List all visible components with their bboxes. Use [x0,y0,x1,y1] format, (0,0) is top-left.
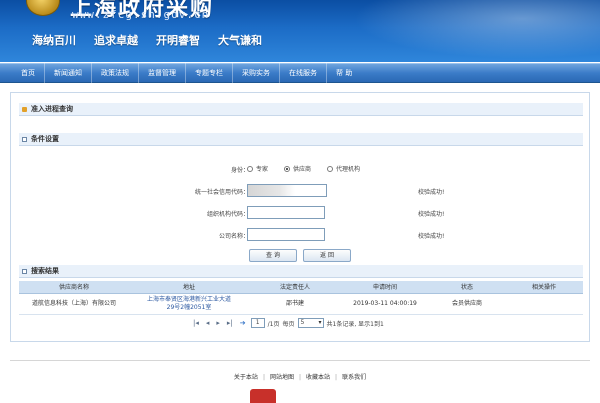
radio-label: 专家 [256,166,269,173]
go-page-icon[interactable]: ➔ [238,319,248,327]
radio-supplier[interactable]: 供应商 [284,164,311,173]
first-page-icon[interactable]: |◂ [191,319,201,327]
record-summary: 共1条记录, 显示1到1 [326,320,384,328]
nav-home[interactable]: 首页 [12,63,45,83]
cell-supplier-name: 道航信息科技（上海）有限公司 [19,293,129,315]
button-row: 查 询 返 回 [11,249,591,265]
slogan: 开明睿智 [156,34,200,47]
radio-circle-selected[interactable] [284,165,291,172]
credit-code-row: 统一社会信用代码： 校验成功! [11,183,591,199]
footer-link-contact[interactable]: 联系我们 [342,374,366,381]
slogan: 大气谦和 [218,34,262,47]
footer-links: 关于本站 | 网站地图 | 收藏本站 | 联系我们 [0,372,600,381]
site-url: www.zfcg.sh.gov.cn [72,8,210,21]
page-title: 准入进程查询 [31,105,73,113]
government-emblem-icon [26,0,60,16]
nav-news[interactable]: 新闻通知 [45,63,92,83]
footer-link-about[interactable]: 关于本站 [234,374,258,381]
page-number-input[interactable]: 1 [250,318,265,328]
page-title-bar: 准入进程查询 [19,103,583,116]
pagination: |◂ ◂ ▸ ▸| ➔ 1 /1页 每页 5 共1条记录, 显示1到1 [191,317,384,329]
radio-circle[interactable] [247,165,253,172]
nav-topics[interactable]: 专题专栏 [186,63,233,83]
conditions-header: 条件设置 [19,133,583,146]
cell-address[interactable]: 上海市奉贤区海港新兴工业大道 29号2幢2051室 [129,293,249,315]
company-name-status: 校验成功! [418,233,445,240]
last-page-icon[interactable]: ▸| [225,319,235,327]
prev-page-icon[interactable]: ◂ [204,319,212,327]
conditions-title: 条件设置 [31,135,59,143]
radio-circle[interactable] [327,165,334,172]
header-banner: 上海政府采购 www.zfcg.sh.gov.cn 海纳百川 追求卓越 开明睿智… [0,0,600,62]
party-emblem-icon [250,389,276,403]
main-nav: 首页 新闻通知 政策法规 监督管理 专题专栏 采购实务 在线服务 帮 助 [0,63,600,83]
credit-code-input[interactable] [247,184,327,197]
collapse-icon[interactable] [22,137,27,142]
per-page-label: 每页 [282,320,295,328]
slogan: 追求卓越 [94,34,138,47]
col-actions: 相关操作 [505,281,583,294]
table-row: 道航信息科技（上海）有限公司 上海市奉贤区海港新兴工业大道 29号2幢2051室… [19,293,583,315]
col-supplier-name: 供应商名称 [19,281,129,294]
results-title: 搜索结果 [31,267,59,275]
slogans: 海纳百川 追求卓越 开明睿智 大气谦和 [32,32,262,48]
nav-online-service[interactable]: 在线服务 [280,63,327,83]
slogan: 海纳百川 [32,34,76,47]
results-header: 搜索结果 [19,265,583,278]
col-status: 状态 [429,281,505,294]
company-name-input[interactable] [247,228,325,241]
address-line: 29号2幢2051室 [166,303,212,311]
results-table: 供应商名称 地址 法定责任人 申请时间 状态 相关操作 道航信息科技（上海）有限… [19,281,583,315]
back-button[interactable]: 返 回 [303,249,351,262]
col-legal-person: 法定责任人 [249,281,341,294]
cell-status: 会员供应商 [429,293,505,315]
footer-link-sitemap[interactable]: 网站地图 [270,374,294,381]
table-header-row: 供应商名称 地址 法定责任人 申请时间 状态 相关操作 [19,281,583,294]
cell-actions [505,293,583,315]
col-apply-time: 申请时间 [341,281,429,294]
company-name-row: 公司名称： 校验成功! [11,227,591,243]
cell-legal-person: 邵书建 [249,293,341,315]
per-page-select[interactable]: 5 [297,318,324,328]
collapse-icon[interactable] [22,269,27,274]
radio-expert[interactable]: 专家 [247,164,268,173]
credit-code-label: 统一社会信用代码： [194,189,249,196]
org-code-row: 组织机构代码： 校验成功! [11,205,591,221]
org-code-status: 校验成功! [418,211,445,218]
page-total: /1页 [267,320,280,328]
query-button[interactable]: 查 询 [249,249,297,262]
radio-label: 代理机构 [336,166,361,173]
identity-row: 身份： 专家 供应商 代理机构 [11,161,591,177]
query-panel: 准入进程查询 条件设置 身份： 专家 供应商 代理机构 统一社会信用代码： 校验… [10,92,590,342]
org-code-input[interactable] [247,206,325,219]
nav-help[interactable]: 帮 助 [327,63,361,83]
separator: | [335,374,338,381]
separator: | [298,374,302,381]
address-line: 上海市奉贤区海港新兴工业大道 [146,295,231,303]
identity-radio-group: 专家 供应商 代理机构 [247,164,360,173]
org-code-label: 组织机构代码： [206,211,249,218]
cell-apply-time: 2019-03-11 04:00:19 [341,293,429,315]
next-page-icon[interactable]: ▸ [214,319,222,327]
footer-divider [10,360,590,361]
bullet-icon [22,107,27,112]
radio-agency[interactable]: 代理机构 [327,164,360,173]
credit-code-status: 校验成功! [418,189,445,196]
company-name-label: 公司名称： [218,233,249,240]
banner-glow [340,0,600,62]
footer-link-bookmark[interactable]: 收藏本站 [306,374,330,381]
radio-label: 供应商 [293,166,312,173]
col-address: 地址 [129,281,249,294]
nav-policy[interactable]: 政策法规 [92,63,139,83]
nav-procurement[interactable]: 采购实务 [233,63,280,83]
nav-supervision[interactable]: 监督管理 [139,63,186,83]
separator: | [262,374,265,381]
